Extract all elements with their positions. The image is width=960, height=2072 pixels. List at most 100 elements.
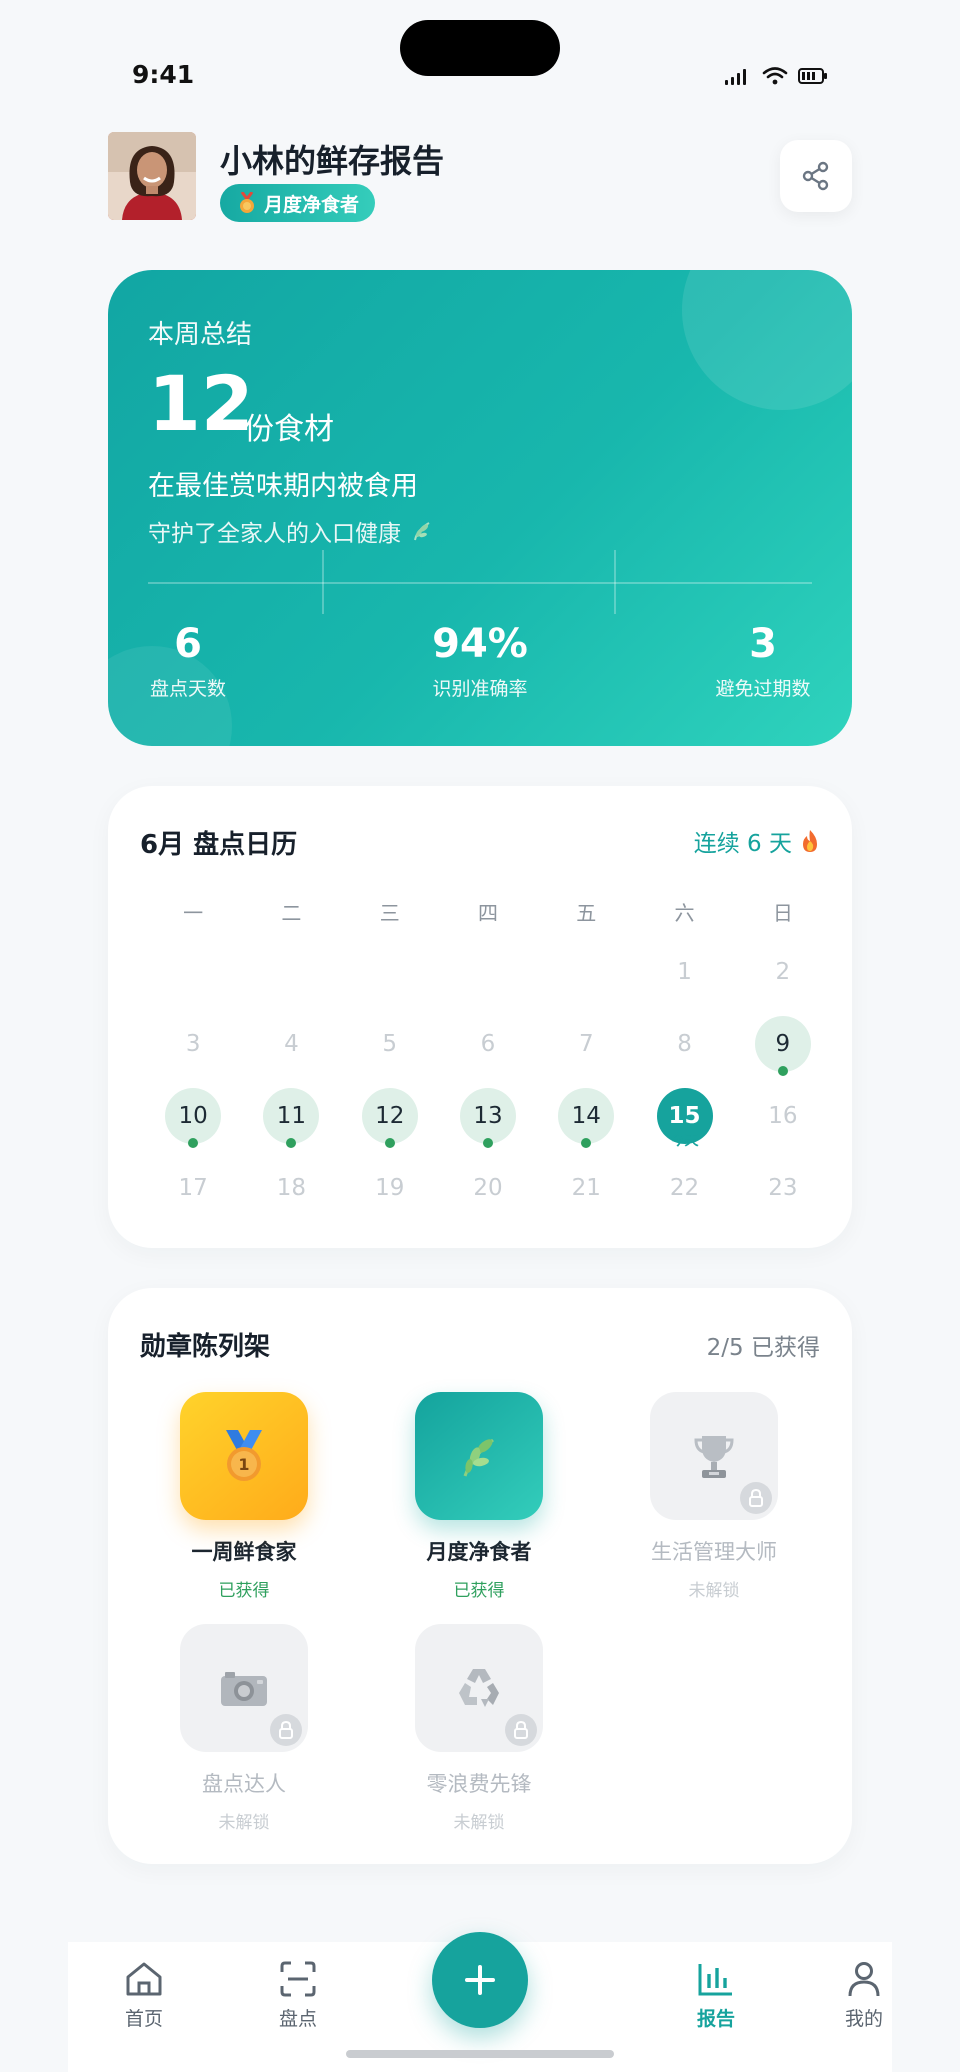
trophy-icon — [694, 1436, 734, 1478]
calendar-day[interactable]: 7 — [537, 1008, 635, 1080]
medal-shelf: 勋章陈列架 2/5 已获得 1 一周鲜食家 已获得 月度净食者 已获得 生活管理… — [108, 1288, 852, 1864]
calendar-day-empty — [242, 936, 340, 1008]
calendar-day[interactable]: 19 — [341, 1152, 439, 1224]
user-icon — [848, 1962, 880, 1997]
day-number: 6 — [480, 1031, 496, 1057]
food-count: 12 — [148, 359, 254, 448]
check-dot — [482, 1138, 493, 1148]
calendar-day-checked[interactable]: 10 — [144, 1080, 242, 1152]
calendar-week: 1 2 — [144, 936, 832, 1008]
medal-item[interactable]: 1 一周鲜食家 已获得 — [144, 1392, 344, 1601]
food-count-unit: 份食材 — [244, 412, 334, 447]
weekday-label: 二 — [281, 900, 302, 925]
calendar-day[interactable]: 3 — [144, 1008, 242, 1080]
check-dot — [188, 1138, 199, 1148]
lock-icon — [740, 1482, 772, 1514]
check-dot — [581, 1138, 592, 1148]
day-number: 7 — [578, 1031, 594, 1057]
signal-icon — [725, 69, 746, 85]
scan-icon — [280, 1961, 316, 1997]
calendar-day-checked[interactable]: 12 — [341, 1080, 439, 1152]
calendar-day[interactable]: 22 — [635, 1152, 733, 1224]
nav-home[interactable]: 首页 — [94, 1960, 194, 2031]
day-number: 21 — [571, 1175, 601, 1201]
calendar-day-empty — [439, 936, 537, 1008]
weekday-label: 六 — [674, 900, 695, 925]
calendar-day[interactable]: 16 — [734, 1080, 832, 1152]
check-dot — [777, 1066, 788, 1076]
day-number: 4 — [284, 1031, 299, 1057]
calendar-day[interactable]: 1 — [635, 936, 733, 1008]
share-icon — [802, 161, 829, 191]
calendar-day[interactable]: 21 — [537, 1152, 635, 1224]
stat-value: 6 — [174, 621, 202, 667]
day-number: 13 — [459, 1088, 516, 1144]
calendar-day[interactable]: 2 — [734, 936, 832, 1008]
medal-item[interactable]: 零浪费先锋 未解锁 — [379, 1624, 579, 1833]
nav-scan[interactable]: 盘点 — [248, 1960, 348, 2031]
medal-name: 一周鲜食家 — [191, 1540, 297, 1564]
stat-avoided-expiry: 3 避免过期数 — [708, 622, 818, 701]
medal-item[interactable]: 月度净食者 已获得 — [379, 1392, 579, 1601]
calendar-day[interactable]: 5 — [341, 1008, 439, 1080]
chart-icon — [698, 1964, 732, 1996]
summary-line-2: 守护了全家人的入口健康 — [148, 514, 433, 548]
nav-label: 报告 — [696, 2008, 735, 2030]
medal-status: 未解锁 — [453, 1813, 505, 1833]
stat-value: 94% — [432, 621, 528, 667]
day-number: 17 — [178, 1175, 208, 1201]
calendar-day[interactable]: 20 — [439, 1152, 537, 1224]
medal-tile — [650, 1392, 778, 1520]
streak-indicator: 连续 6 天 — [694, 824, 820, 858]
check-dot — [286, 1138, 297, 1148]
calendar-day-empty — [341, 936, 439, 1008]
badge-label: 月度净食者 — [264, 193, 360, 216]
day-number: 1 — [677, 959, 692, 985]
calendar-day-checked[interactable]: 13 — [439, 1080, 537, 1152]
calendar-day-checked[interactable]: 9 — [734, 1008, 832, 1080]
weekday-label: 五 — [576, 900, 597, 925]
day-number: 3 — [185, 1031, 201, 1057]
medal-item[interactable]: 生活管理大师 未解锁 — [614, 1392, 814, 1601]
calendar-day[interactable]: 4 — [242, 1008, 340, 1080]
fire-icon — [803, 830, 817, 852]
avatar[interactable] — [108, 132, 196, 220]
calendar-day[interactable]: 6 — [439, 1008, 537, 1080]
calendar-day[interactable]: 17 — [144, 1152, 242, 1224]
medal-name: 零浪费先锋 — [426, 1772, 532, 1796]
stat-separator — [322, 550, 324, 614]
nav-label: 盘点 — [278, 2008, 317, 2030]
calendar-day-empty — [537, 936, 635, 1008]
calendar-week: 10 11 12 13 14 15 今天 16 — [144, 1080, 832, 1152]
medal-tile — [415, 1392, 543, 1520]
summary-line-1: 在最佳赏味期内被食用 — [148, 471, 418, 502]
weekday-label: 一 — [183, 900, 204, 925]
share-button[interactable] — [780, 140, 852, 212]
today-label: 今天 — [670, 1133, 699, 1149]
calendar-day[interactable]: 23 — [734, 1152, 832, 1224]
nav-report[interactable]: 报告 — [666, 1960, 766, 2031]
lock-icon — [270, 1714, 302, 1746]
status-time: 9:41 — [132, 60, 195, 89]
calendar-day-checked[interactable]: 14 — [537, 1080, 635, 1152]
stat-days: 6 盘点天数 — [148, 622, 228, 701]
leaf-icon — [414, 522, 430, 541]
calendar-day-checked[interactable]: 11 — [242, 1080, 340, 1152]
stat-label: 避免过期数 — [715, 678, 811, 700]
medal-item[interactable]: 盘点达人 未解锁 — [144, 1624, 344, 1833]
day-number: 18 — [276, 1175, 307, 1201]
calendar-day[interactable]: 18 — [242, 1152, 340, 1224]
summary-stats: 6 盘点天数 94% 识别准确率 3 避免过期数 — [108, 622, 852, 712]
calendar-day-today[interactable]: 15 今天 — [635, 1080, 733, 1152]
calendar-day[interactable]: 8 — [635, 1008, 733, 1080]
svg-text:1: 1 — [238, 1455, 249, 1474]
shelf-count: 2/5 已获得 — [706, 1335, 820, 1361]
nav-profile[interactable]: 我的 — [814, 1960, 914, 2031]
calendar-grid: 一 二 三 四 五 六 日 1 2 3 4 5 6 7 8 9 10 11 12… — [144, 886, 832, 1224]
medal-status: 未解锁 — [688, 1581, 740, 1601]
medal-name: 盘点达人 — [202, 1772, 286, 1796]
day-number: 14 — [558, 1088, 615, 1144]
medal-tile — [415, 1624, 543, 1752]
day-number: 8 — [677, 1031, 692, 1057]
add-button[interactable] — [432, 1932, 528, 2028]
